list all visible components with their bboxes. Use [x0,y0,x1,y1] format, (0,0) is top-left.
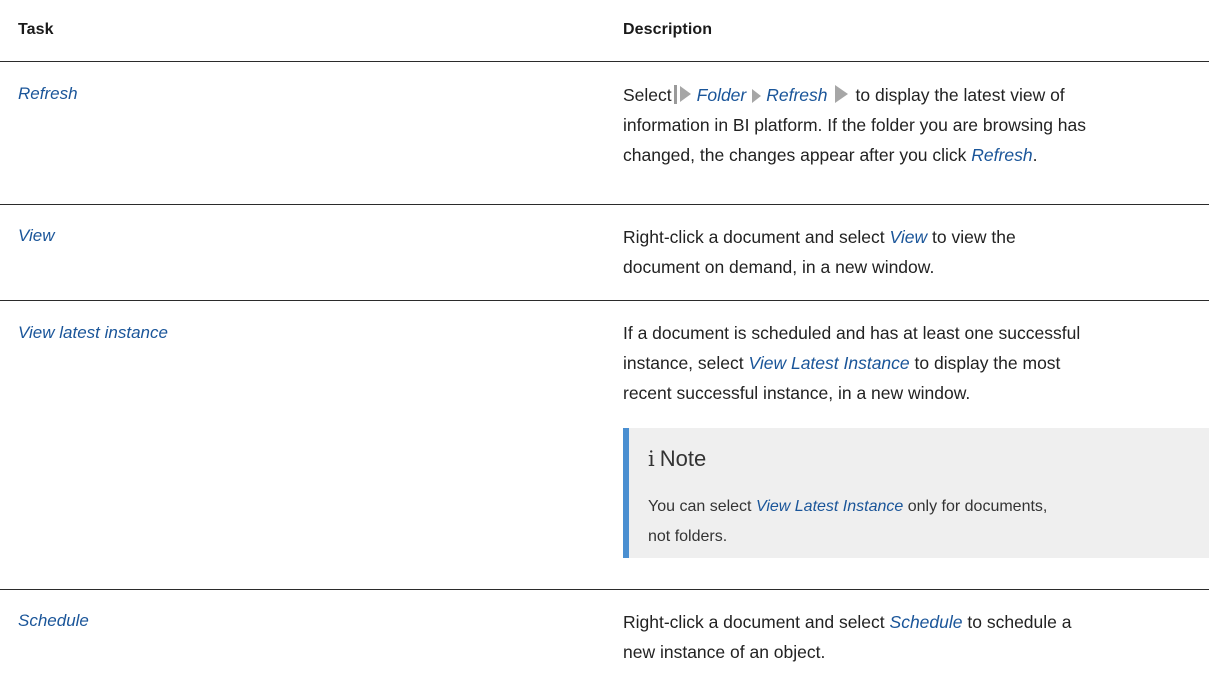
note-line: You can select View Latest Instance only… [648,492,1047,522]
description-text: to schedule a [962,612,1072,632]
menu-path-refresh: Refresh [766,85,828,105]
table-row: View Right-click a document and select V… [0,205,1209,301]
description-line: Select Folder Refresh to display the latest… [623,80,1209,110]
column-header-task: Task [18,21,54,38]
info-icon: i [648,447,655,471]
description-line: Right-click a document and select View t… [623,222,1209,252]
note-title: i Note [648,446,706,472]
task-description-table: Task Description Refresh Select Folder Ref… [0,0,1209,680]
description-line: instance, select View Latest Instance to… [623,348,1209,378]
description-line: new instance of an object. [623,642,826,662]
description-line: document on demand, in a new window. [623,257,935,277]
description-text: to display the most [909,353,1061,373]
description-text: Select [623,85,672,105]
menu-path-folder: Folder [696,85,747,105]
ui-term-view-latest-instance: View Latest Instance [748,353,910,373]
table-row: Schedule Right-click a document and sele… [0,590,1209,680]
description-line: recent successful instance, in a new win… [623,383,971,403]
description-refresh: Select Folder Refresh to display the latest… [623,80,1209,170]
description-line: information in BI platform. If the folde… [623,115,1087,135]
description-text: Right-click a document and select [623,227,890,247]
table-row: View latest instance If a document is sc… [0,301,1209,590]
description-schedule: Right-click a document and select Schedu… [623,607,1209,667]
task-view-latest-instance: View latest instance [18,323,168,342]
ui-term-view: View [889,227,928,247]
menu-path-start-icon [673,85,693,104]
note-text: You can select [648,498,756,515]
description-text: to display the latest view of [855,85,1065,105]
ui-term-view-latest-instance: View Latest Instance [755,498,904,515]
note-line: not folders. [648,528,728,545]
description-line: changed, the changes appear after you cl… [623,140,1209,170]
description-view: Right-click a document and select View t… [623,222,1209,282]
description-view-latest-instance: If a document is scheduled and has at le… [623,318,1209,408]
note-body: You can select View Latest Instance only… [648,492,1047,552]
ui-term-schedule: Schedule [889,612,963,632]
column-header-description: Description [623,21,713,38]
task-view: View [18,226,55,245]
description-text: Right-click a document and select [623,612,890,632]
description-text: . [1032,145,1038,165]
note-title-text: Note [659,446,707,471]
description-line: Right-click a document and select Schedu… [623,607,1209,637]
menu-path-separator-icon [752,89,762,103]
table-row: Refresh Select Folder Refresh to display th… [0,62,1209,205]
description-line: If a document is scheduled and has at le… [623,323,1081,343]
description-text: instance, select [623,353,749,373]
task-refresh: Refresh [18,84,78,103]
description-text: to view the [927,227,1016,247]
task-schedule: Schedule [18,611,89,630]
note-text: only for documents, [903,498,1048,515]
ui-term-refresh: Refresh [971,145,1033,165]
menu-path-end-icon [833,85,852,104]
description-text: changed, the changes appear after you cl… [623,145,972,165]
note-box: i Note You can select View Latest Instanc… [623,428,1209,558]
table-header-row: Task Description [0,0,1209,62]
